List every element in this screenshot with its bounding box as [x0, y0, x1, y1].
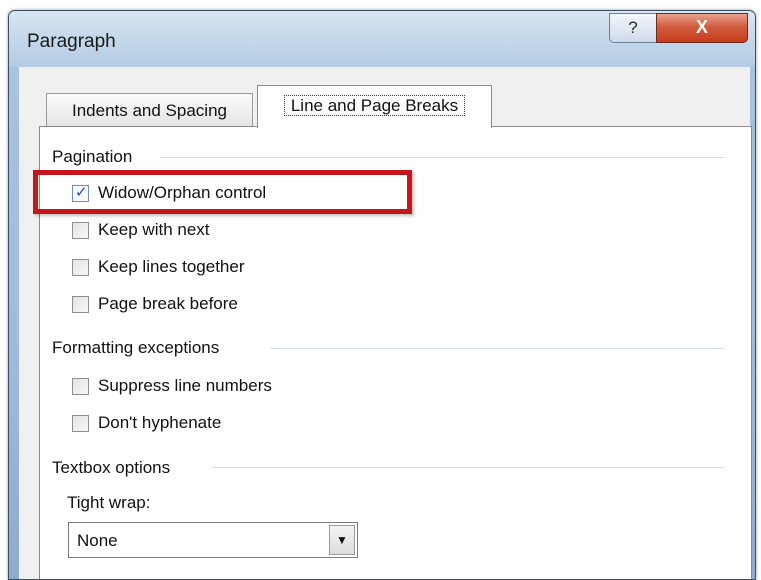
textbox-options-heading: Textbox options [52, 458, 179, 478]
tab-label: Line and Page Breaks [283, 95, 466, 116]
checkbox-box[interactable]: ✓ [72, 184, 89, 202]
dropdown-arrow-icon[interactable]: ▼ [329, 525, 355, 555]
checkbox-box[interactable] [72, 296, 89, 313]
tight-wrap-select[interactable]: None ▼ [68, 522, 358, 558]
checkbox-label: Keep with next [98, 220, 210, 239]
checkbox-box[interactable] [72, 222, 89, 239]
checkbox-box[interactable] [72, 259, 89, 276]
checkbox-box[interactable] [72, 415, 89, 432]
checkbox-label: Don't hyphenate [98, 413, 222, 432]
tight-wrap-label: Tight wrap: [67, 493, 151, 512]
close-button[interactable]: X [656, 13, 748, 43]
help-icon: ? [628, 18, 638, 37]
help-button[interactable]: ? [609, 13, 657, 43]
checkbox-label: Suppress line numbers [98, 376, 272, 395]
tab-line-and-page-breaks[interactable]: Line and Page Breaks [257, 85, 492, 128]
tight-wrap-value: None [77, 531, 118, 550]
checkbox-box[interactable] [72, 378, 89, 395]
checkmark-icon: ✓ [75, 184, 88, 201]
dialog-title: Paragraph [27, 31, 116, 52]
title-bar[interactable]: Paragraph ? X [9, 11, 755, 67]
pagination-divider [160, 157, 725, 158]
pagination-heading: Pagination [52, 147, 141, 167]
tab-label: Indents and Spacing [71, 101, 227, 120]
formatting-divider [270, 348, 725, 349]
tab-indents-and-spacing[interactable]: Indents and Spacing [46, 93, 253, 127]
close-icon: X [695, 17, 708, 37]
formatting-exceptions-heading: Formatting exceptions [52, 338, 228, 358]
checkbox-label: Widow/Orphan control [98, 183, 267, 202]
textbox-divider [212, 467, 725, 468]
checkbox-label: Keep lines together [98, 257, 245, 276]
checkbox-label: Page break before [98, 294, 238, 313]
